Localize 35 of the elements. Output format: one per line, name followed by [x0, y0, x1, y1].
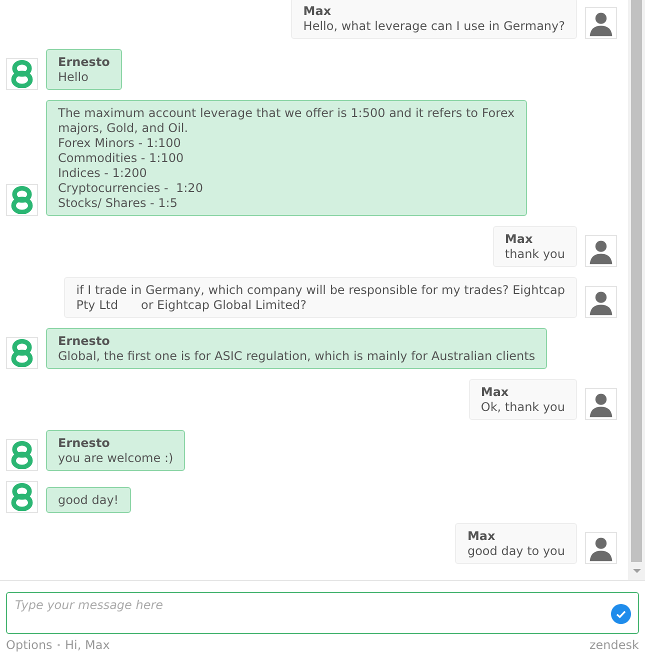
message-text: if I trade in Germany, which company will be responsible for my trades? Eightcap Pty Ltd or Eightcap Global Limited?: [76, 283, 565, 313]
logo-avatar: [6, 439, 38, 471]
message-text: Global, the first one is for ASIC regulation, which is mainly for Australian clients: [58, 349, 536, 364]
sender-name: Max: [303, 4, 332, 19]
separator-dot: •: [56, 640, 62, 650]
message-text: Hello: [58, 70, 90, 85]
message-text: The maximum account leverage that we offer is 1:500 and it refers to Forex majors, Gold, and Oil. Forex Minors - 1:100 Commodities - 1:100 Indices - 1:200 Cryptocurrencies - 1:20 Stocks/ Shares - 1:5: [58, 106, 515, 211]
sender-name: Ernesto: [58, 436, 111, 451]
logo-avatar: [6, 184, 38, 216]
message-field[interactable]: Type your message here: [6, 592, 639, 634]
message-text: Hello, what leverage can I use in Germany?: [303, 19, 565, 34]
send-icon[interactable]: [611, 604, 631, 624]
user-avatar: [585, 388, 617, 420]
sender-name: Max: [480, 385, 510, 400]
user-avatar: [585, 235, 617, 267]
logo-avatar: [6, 337, 38, 369]
message-text: good day to you: [467, 544, 565, 559]
sender-name: Ernesto: [58, 334, 111, 349]
greeting-text: Hi, Max: [65, 638, 110, 652]
scrollbar[interactable]: [628, 0, 645, 580]
message-text: Ok, thank you: [480, 400, 565, 415]
message-text: good day!: [58, 493, 119, 508]
user-avatar: [585, 532, 617, 564]
user-avatar: [585, 7, 617, 39]
scroll-down-icon[interactable]: [632, 568, 642, 574]
logo-avatar: [6, 481, 38, 513]
message-text: you are welcome :): [58, 451, 174, 466]
sender-name: Max: [467, 529, 496, 544]
user-avatar: [585, 286, 617, 318]
brand-link[interactable]: zendesk: [590, 638, 639, 652]
logo-avatar: [6, 58, 38, 90]
sender-name: Max: [504, 232, 534, 247]
message-text: thank you: [504, 247, 565, 262]
sender-name: Ernesto: [58, 55, 110, 70]
options-link[interactable]: Options: [6, 638, 52, 652]
